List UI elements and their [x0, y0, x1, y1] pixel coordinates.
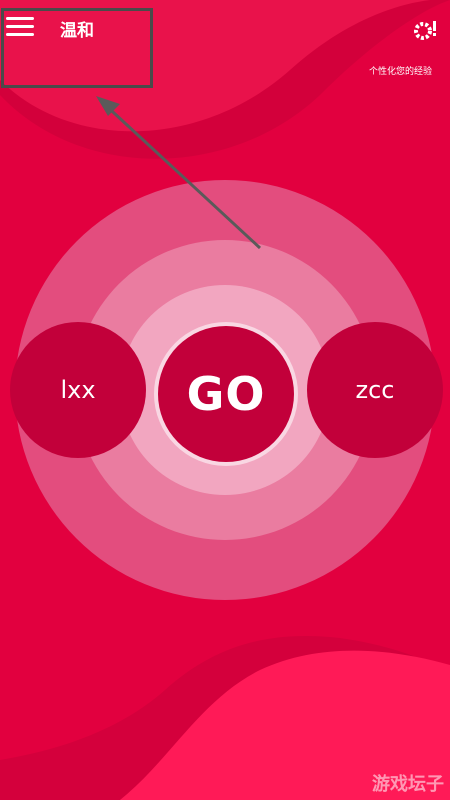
- personalize-text[interactable]: 个性化您的经验: [369, 64, 432, 77]
- player-left-button[interactable]: lxx: [10, 322, 146, 458]
- annotation-arrow-head: [96, 96, 120, 116]
- gear-alert-icon[interactable]: [412, 18, 438, 44]
- go-button[interactable]: GO: [158, 326, 294, 462]
- highlight-box: [1, 8, 153, 88]
- player-right-button[interactable]: zcc: [307, 322, 443, 458]
- top-bar: 温和 个性化您的经验: [0, 0, 450, 90]
- watermark-text: 游戏坛子: [372, 774, 444, 795]
